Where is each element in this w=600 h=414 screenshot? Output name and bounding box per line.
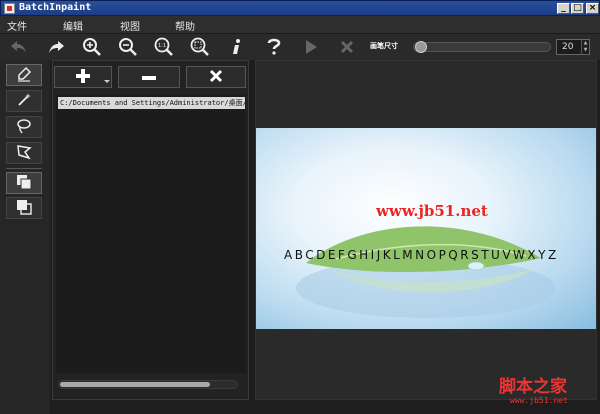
zoom-in-icon[interactable]: [81, 37, 103, 57]
footer-url: www.jb51.net: [510, 396, 568, 405]
maximize-button[interactable]: □: [571, 3, 584, 14]
file-list[interactable]: [56, 95, 246, 373]
window-title: BatchInpaint: [19, 2, 92, 13]
menu-bar: 文件 编辑 视图 帮助: [0, 16, 600, 34]
copy-back-icon: [15, 198, 33, 219]
clear-files-button[interactable]: [186, 66, 246, 88]
zoom-fit-icon[interactable]: [189, 37, 211, 57]
spin-down-icon[interactable]: ▼: [582, 47, 589, 54]
leaf-graphic: [296, 226, 556, 318]
marker-icon: [16, 66, 32, 85]
menu-edit[interactable]: 编辑: [63, 18, 83, 33]
watermark-url: www.jb51.net: [376, 202, 488, 220]
plus-icon: [75, 68, 91, 87]
menu-help[interactable]: 帮助: [175, 18, 195, 33]
tool-strip: [0, 60, 50, 414]
magic-wand-icon: [16, 92, 32, 111]
undo-icon[interactable]: [8, 37, 30, 57]
add-file-button[interactable]: [54, 66, 112, 88]
close-button[interactable]: ×: [586, 3, 599, 14]
play-icon[interactable]: [300, 37, 322, 57]
close-icon: [209, 69, 223, 86]
menu-view[interactable]: 视图: [120, 18, 140, 33]
zoom-out-icon[interactable]: [117, 37, 139, 57]
brush-size-spinbox[interactable]: 20 ▲ ▼: [556, 39, 590, 55]
info-icon[interactable]: [226, 37, 248, 57]
alphabet-text: ABCDEFGHIJKLMNOPQRSTUVWXYZ: [284, 248, 559, 262]
spin-up-icon[interactable]: ▲: [582, 40, 589, 47]
title-bar: BatchInpaint _ □ ×: [0, 0, 600, 16]
copy-front-icon: [15, 173, 33, 194]
tool-separator: [6, 168, 42, 169]
brush-size-value: 20: [562, 42, 574, 52]
chevron-down-icon[interactable]: [104, 80, 110, 83]
minus-icon: [141, 71, 157, 84]
copy-back-tool-button[interactable]: [6, 197, 42, 219]
brush-size-label: 画笔尺寸: [370, 42, 398, 50]
minimize-button[interactable]: _: [557, 3, 570, 14]
preview-image[interactable]: www.jb51.net ABCDEFGHIJKLMNOPQRSTUVWXYZ: [256, 128, 596, 329]
zoom-actual-icon[interactable]: 1:1: [153, 37, 175, 57]
brush-size-slider[interactable]: [413, 42, 551, 52]
app-icon: [4, 3, 15, 14]
lasso-icon: [16, 118, 32, 137]
remove-file-button[interactable]: [118, 66, 180, 88]
polygon-lasso-icon: [16, 144, 32, 163]
marker-tool-button[interactable]: [6, 64, 42, 86]
lasso-tool-button[interactable]: [6, 116, 42, 138]
stop-icon[interactable]: [336, 37, 358, 57]
scrollbar-thumb[interactable]: [60, 382, 210, 387]
file-list-item[interactable]: C:/Documents and Settings/Administrator/…: [58, 97, 245, 109]
help-icon[interactable]: [263, 37, 285, 57]
magic-wand-tool-button[interactable]: [6, 90, 42, 112]
brush-size-slider-knob[interactable]: [415, 41, 427, 53]
menu-file[interactable]: 文件: [7, 18, 27, 33]
footer-logo: 脚本之家: [499, 377, 567, 397]
polygon-lasso-tool-button[interactable]: [6, 142, 42, 164]
file-list-scrollbar[interactable]: [58, 380, 238, 389]
copy-front-tool-button[interactable]: [6, 172, 42, 194]
svg-text:1:1: 1:1: [158, 43, 166, 49]
redo-icon[interactable]: [45, 37, 67, 57]
